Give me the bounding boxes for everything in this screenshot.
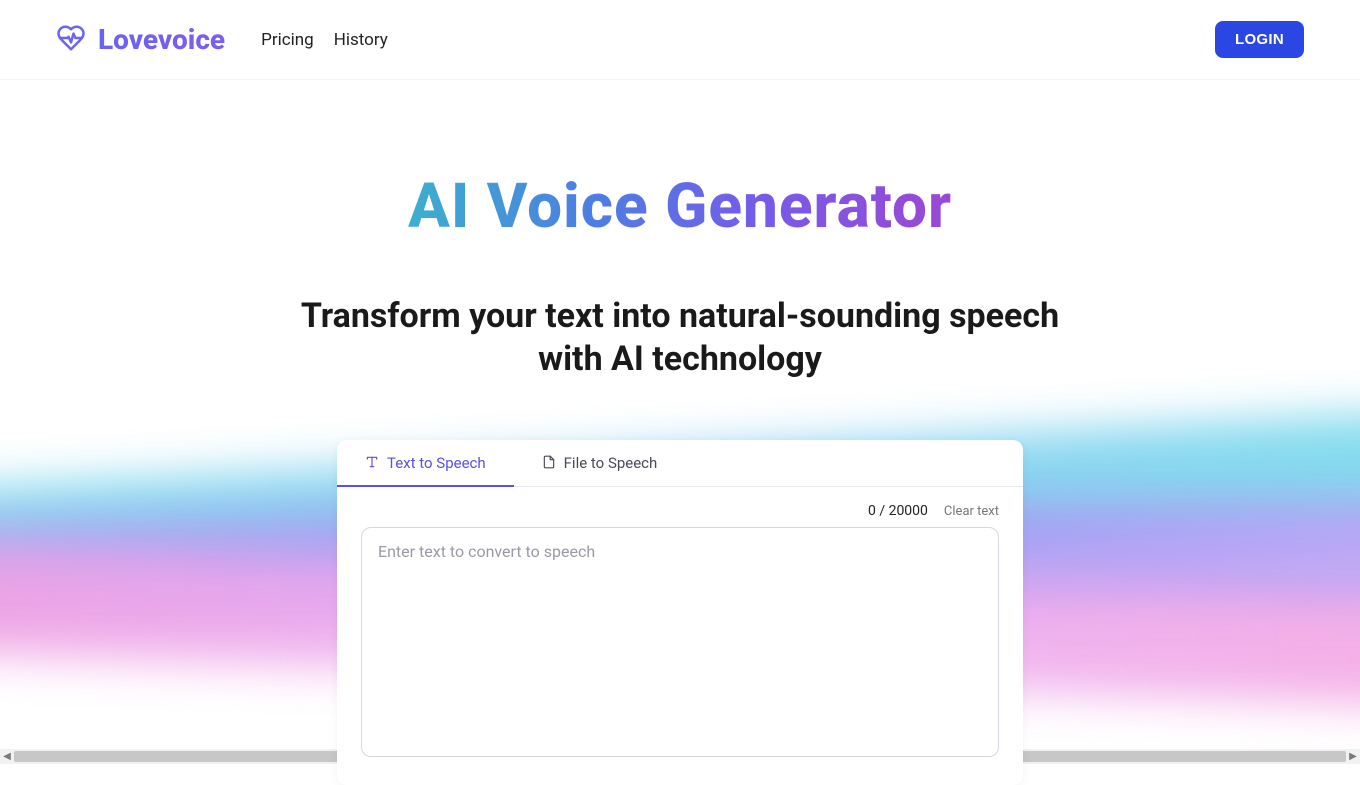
- char-counter: 0 / 20000: [868, 503, 928, 519]
- heart-pulse-icon: [56, 23, 86, 57]
- brand[interactable]: Lovevoice: [56, 23, 225, 57]
- file-icon: [542, 455, 556, 472]
- card-body: 0 / 20000 Clear text: [337, 487, 1023, 785]
- page-title: AI Voice Generator: [408, 170, 952, 243]
- tab-label: File to Speech: [564, 454, 658, 472]
- header-left: Lovevoice Pricing History: [56, 23, 388, 57]
- card-top-row: 0 / 20000 Clear text: [361, 503, 999, 519]
- header: Lovevoice Pricing History LOGIN: [0, 0, 1360, 80]
- tab-text-to-speech[interactable]: Text to Speech: [337, 440, 514, 486]
- clear-text-button[interactable]: Clear text: [944, 504, 999, 519]
- convert-card: Text to Speech File to Speech 0 / 20000 …: [337, 440, 1023, 785]
- tab-label: Text to Speech: [387, 454, 486, 472]
- nav-history[interactable]: History: [334, 30, 388, 50]
- text-icon: [365, 455, 379, 472]
- nav-links: Pricing History: [261, 30, 388, 50]
- brand-name: Lovevoice: [98, 23, 225, 56]
- tabs: Text to Speech File to Speech: [337, 440, 1023, 487]
- nav-pricing[interactable]: Pricing: [261, 30, 314, 50]
- tab-file-to-speech[interactable]: File to Speech: [514, 440, 686, 486]
- main: AI Voice Generator Transform your text i…: [0, 80, 1360, 785]
- login-button[interactable]: LOGIN: [1215, 21, 1304, 58]
- page-subtitle: Transform your text into natural-soundin…: [270, 295, 1090, 380]
- text-input[interactable]: [361, 527, 999, 757]
